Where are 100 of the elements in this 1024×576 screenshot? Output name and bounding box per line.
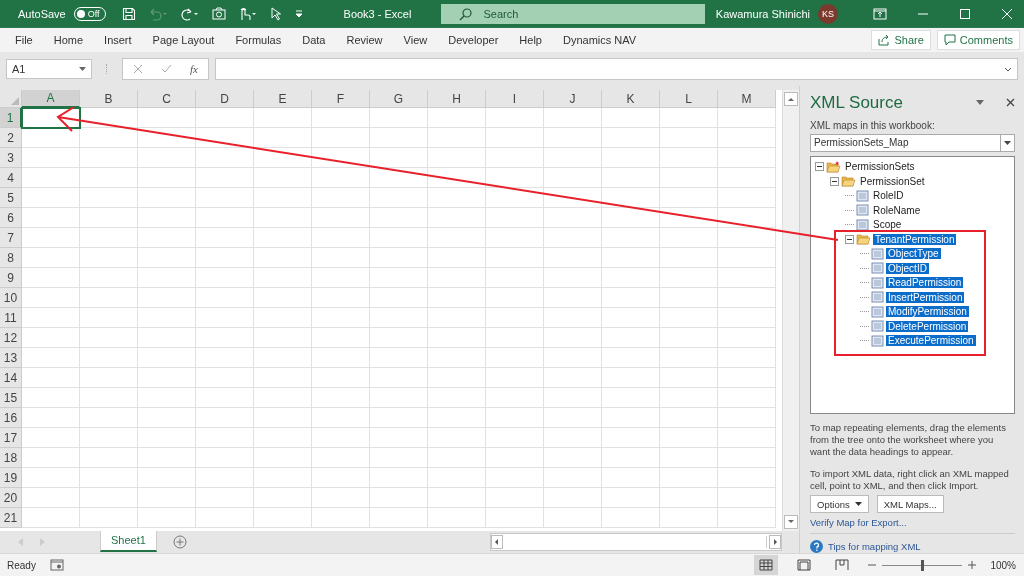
ribbon-tab[interactable]: Developer bbox=[439, 28, 508, 52]
tree-item[interactable]: RoleID bbox=[871, 190, 906, 202]
vertical-scrollbar[interactable] bbox=[782, 90, 799, 531]
column-header[interactable]: L bbox=[660, 90, 718, 108]
ribbon-tab[interactable]: Formulas bbox=[226, 28, 291, 52]
row-header[interactable]: 20 bbox=[0, 488, 22, 508]
row-header[interactable]: 8 bbox=[0, 248, 22, 268]
ribbon-tab[interactable]: File bbox=[6, 28, 42, 52]
formula-field[interactable] bbox=[214, 58, 1018, 80]
column-header[interactable]: J bbox=[544, 90, 602, 108]
column-header[interactable]: I bbox=[486, 90, 544, 108]
tree-item[interactable]: ObjectType bbox=[886, 248, 941, 260]
camera-icon[interactable] bbox=[211, 7, 226, 21]
tree-item[interactable]: InsertPermission bbox=[886, 291, 965, 303]
row-header[interactable]: 14 bbox=[0, 368, 22, 388]
ribbon-tab[interactable]: Home bbox=[44, 28, 93, 52]
ribbon-tab[interactable]: Review bbox=[337, 28, 392, 52]
row-header[interactable]: 13 bbox=[0, 348, 22, 368]
new-sheet-icon[interactable] bbox=[172, 535, 187, 549]
column-header[interactable]: K bbox=[602, 90, 660, 108]
tree-item[interactable]: PermissionSets bbox=[843, 161, 917, 173]
redo-icon[interactable] bbox=[179, 7, 200, 21]
tips-link[interactable]: Tips for mapping XML bbox=[828, 541, 921, 552]
scroll-left-icon[interactable] bbox=[491, 535, 503, 549]
column-header[interactable]: H bbox=[428, 90, 486, 108]
sheet-tab[interactable]: Sheet1 bbox=[100, 530, 157, 552]
row-header[interactable]: 1 bbox=[0, 108, 22, 128]
tree-item[interactable]: ObjectID bbox=[886, 262, 929, 274]
pane-options-icon[interactable] bbox=[976, 100, 984, 106]
tree-item[interactable]: ModifyPermission bbox=[886, 306, 969, 318]
expand-icon[interactable] bbox=[1004, 66, 1012, 72]
row-header[interactable]: 17 bbox=[0, 428, 22, 448]
tree-item[interactable]: PermissionSet bbox=[858, 175, 927, 187]
row-header[interactable]: 6 bbox=[0, 208, 22, 228]
tree-item[interactable]: ReadPermission bbox=[886, 277, 964, 289]
macro-record-icon[interactable] bbox=[49, 559, 64, 571]
ribbon-tab[interactable]: View bbox=[394, 28, 437, 52]
normal-view-button[interactable] bbox=[754, 555, 779, 575]
column-header[interactable]: M bbox=[718, 90, 776, 108]
share-button[interactable]: Share bbox=[871, 30, 931, 50]
row-header[interactable]: 3 bbox=[0, 148, 22, 168]
tree-item[interactable]: ExecutePermission bbox=[886, 335, 976, 347]
map-dropdown[interactable]: PermissionSets_Map bbox=[810, 133, 1015, 152]
insert-function-button[interactable]: fx bbox=[190, 63, 198, 75]
collapse-icon[interactable] bbox=[845, 234, 854, 244]
tree-item[interactable]: Scope bbox=[871, 219, 904, 231]
user-avatar[interactable]: KS bbox=[818, 4, 838, 24]
row-header[interactable]: 10 bbox=[0, 288, 22, 308]
zoom-level[interactable]: 100% bbox=[990, 559, 1016, 571]
tree-item[interactable]: RoleName bbox=[871, 204, 923, 216]
ribbon-tab[interactable]: Page Layout bbox=[143, 28, 224, 52]
column-header[interactable]: E bbox=[254, 90, 312, 108]
ribbon-display-icon[interactable] bbox=[873, 8, 887, 20]
row-header[interactable]: 9 bbox=[0, 268, 22, 288]
scroll-down-icon[interactable] bbox=[784, 515, 798, 529]
row-header[interactable]: 21 bbox=[0, 508, 22, 528]
row-header[interactable]: 15 bbox=[0, 388, 22, 408]
row-header[interactable]: 19 bbox=[0, 468, 22, 488]
column-header[interactable]: C bbox=[138, 90, 196, 108]
options-button[interactable]: Options bbox=[810, 495, 869, 513]
ribbon-tab[interactable]: Help bbox=[510, 28, 551, 52]
name-box[interactable]: A1 bbox=[6, 59, 92, 79]
ribbon-tab[interactable]: Data bbox=[293, 28, 335, 52]
column-header[interactable]: G bbox=[370, 90, 428, 108]
scroll-right-icon[interactable] bbox=[769, 535, 781, 549]
column-header[interactable]: A bbox=[22, 90, 80, 108]
tree-item[interactable]: TenantPermission bbox=[873, 233, 957, 245]
collapse-icon[interactable] bbox=[815, 162, 824, 172]
row-header[interactable]: 4 bbox=[0, 168, 22, 188]
tree-item[interactable]: DeletePermission bbox=[886, 320, 969, 332]
row-header[interactable]: 18 bbox=[0, 448, 22, 468]
scroll-up-icon[interactable] bbox=[784, 92, 798, 106]
row-header[interactable]: 7 bbox=[0, 228, 22, 248]
field-icon bbox=[856, 189, 869, 202]
horizontal-scrollbar[interactable] bbox=[490, 533, 782, 551]
zoom-in-icon[interactable] bbox=[968, 561, 977, 569]
close-icon[interactable] bbox=[1006, 98, 1015, 108]
collapse-icon[interactable] bbox=[830, 176, 839, 186]
row-header[interactable]: 16 bbox=[0, 408, 22, 428]
help-text: To import XML data, right click an XML mapped cell, point to XML, and then click Import. bbox=[810, 468, 1010, 492]
row-header[interactable]: 11 bbox=[0, 308, 22, 328]
search-field[interactable]: Search bbox=[441, 4, 706, 24]
maximize-icon[interactable] bbox=[959, 8, 971, 20]
customize-icon[interactable] bbox=[293, 9, 304, 19]
verify-map-link[interactable]: Verify Map for Export... bbox=[810, 517, 907, 528]
save-icon[interactable] bbox=[121, 7, 136, 21]
pointer-icon[interactable] bbox=[269, 7, 282, 21]
zoom-thumb[interactable] bbox=[921, 559, 925, 571]
column-header[interactable]: D bbox=[196, 90, 254, 108]
row-header[interactable]: 12 bbox=[0, 328, 22, 348]
xml-maps-button[interactable]: XML Maps... bbox=[876, 495, 944, 513]
column-header[interactable]: B bbox=[80, 90, 138, 108]
row-header[interactable]: 5 bbox=[0, 188, 22, 208]
ribbon-tab[interactable]: Dynamics NAV bbox=[553, 28, 646, 52]
active-cell[interactable] bbox=[21, 107, 81, 129]
ribbon-tab[interactable]: Insert bbox=[95, 28, 141, 52]
maps-label: XML maps in this workbook: bbox=[810, 119, 936, 131]
column-header[interactable]: F bbox=[312, 90, 370, 108]
comments-button[interactable]: Comments bbox=[936, 30, 1020, 50]
row-header[interactable]: 2 bbox=[0, 128, 22, 148]
